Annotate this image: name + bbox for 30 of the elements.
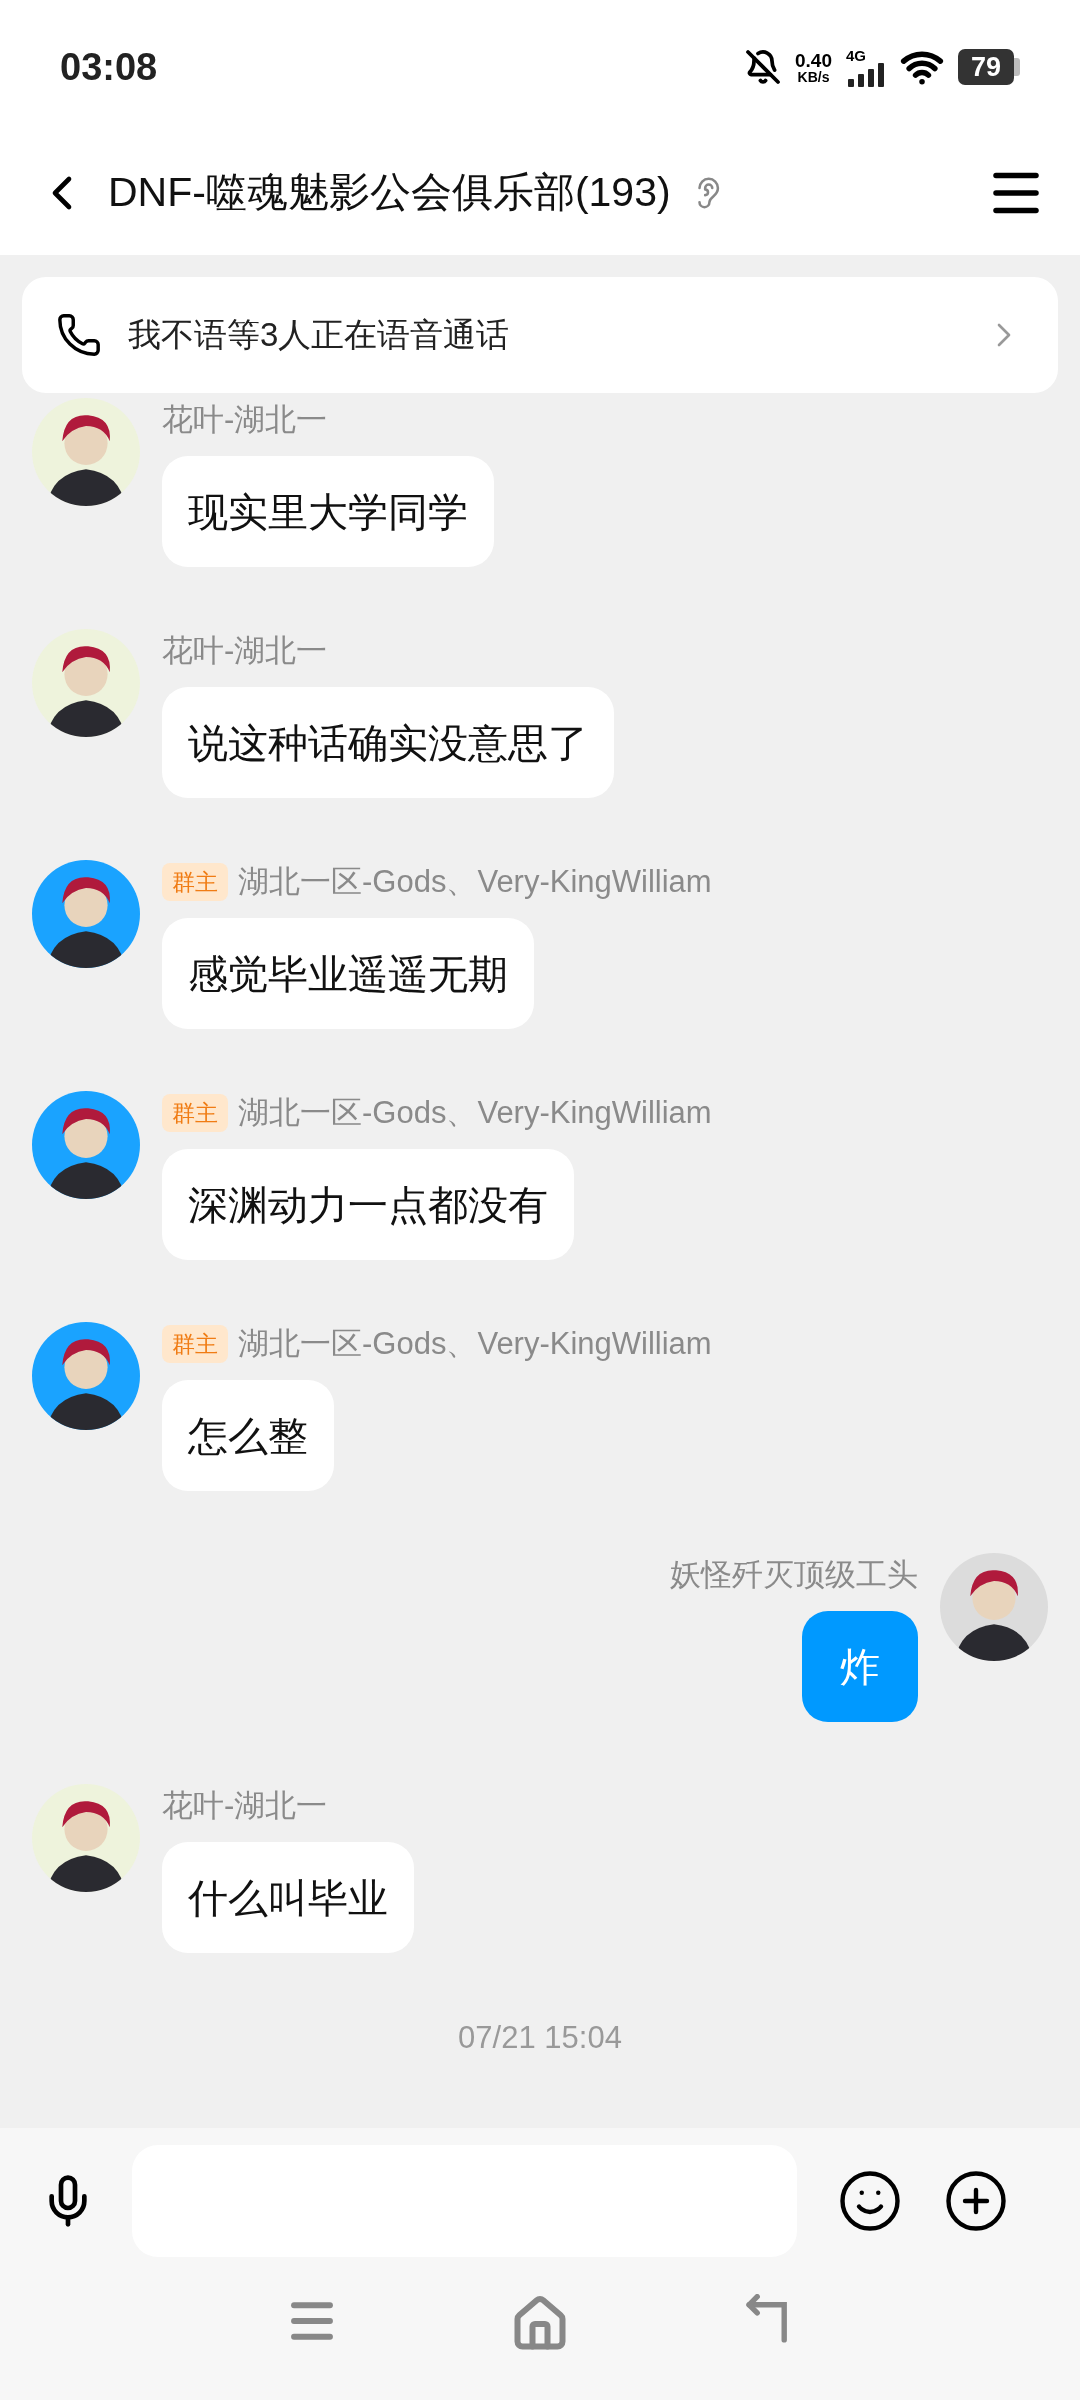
bell-off-icon <box>745 49 781 85</box>
message-bubble: 什么叫毕业 <box>162 1842 414 1953</box>
network-type: 4G <box>846 47 866 63</box>
message-bubble: 现实里大学同学 <box>162 456 494 567</box>
message-bubble: 怎么整 <box>162 1380 334 1491</box>
status-time: 03:08 <box>60 44 158 90</box>
sender-name: 湖北一区-Gods、Very-KingWilliam <box>238 1093 712 1132</box>
message-bubble: 炸 <box>802 1611 918 1722</box>
voice-call-text: 我不语等3人正在语音通话 <box>128 315 511 356</box>
owner-badge: 群主 <box>162 1324 228 1364</box>
sender-name: 花叶-湖北一 <box>162 400 328 439</box>
owner-badge: 群主 <box>162 862 228 902</box>
sender-name: 花叶-湖北一 <box>162 1786 328 1825</box>
sender-name: 湖北一区-Gods、Very-KingWilliam <box>238 1324 712 1363</box>
chat-title: DNF-噬魂魅影公会俱乐部(193) <box>108 167 671 217</box>
voice-call-banner[interactable]: 我不语等3人正在语音通话 <box>22 277 1058 393</box>
network-speed: 0.40 <box>795 50 832 70</box>
owner-badge: 群主 <box>162 1093 228 1133</box>
plus-button[interactable] <box>943 2168 1009 2234</box>
sender-name: 妖怪歼灭顶级工头 <box>670 1555 918 1594</box>
message-bubble: 说这种话确实没意思了 <box>162 687 614 798</box>
sender-name: 花叶-湖北一 <box>162 631 328 670</box>
emoji-button[interactable] <box>837 2168 903 2234</box>
phone-icon <box>56 312 102 358</box>
speed-unit: KB/s <box>797 69 830 84</box>
message-bubble: 感觉毕业遥遥无期 <box>162 918 534 1029</box>
timestamp: 07/21 15:04 <box>458 2019 622 2057</box>
sender-name: 湖北一区-Gods、Very-KingWilliam <box>238 862 712 901</box>
message-bubble: 深渊动力一点都没有 <box>162 1149 574 1260</box>
signal-icon <box>846 62 886 87</box>
